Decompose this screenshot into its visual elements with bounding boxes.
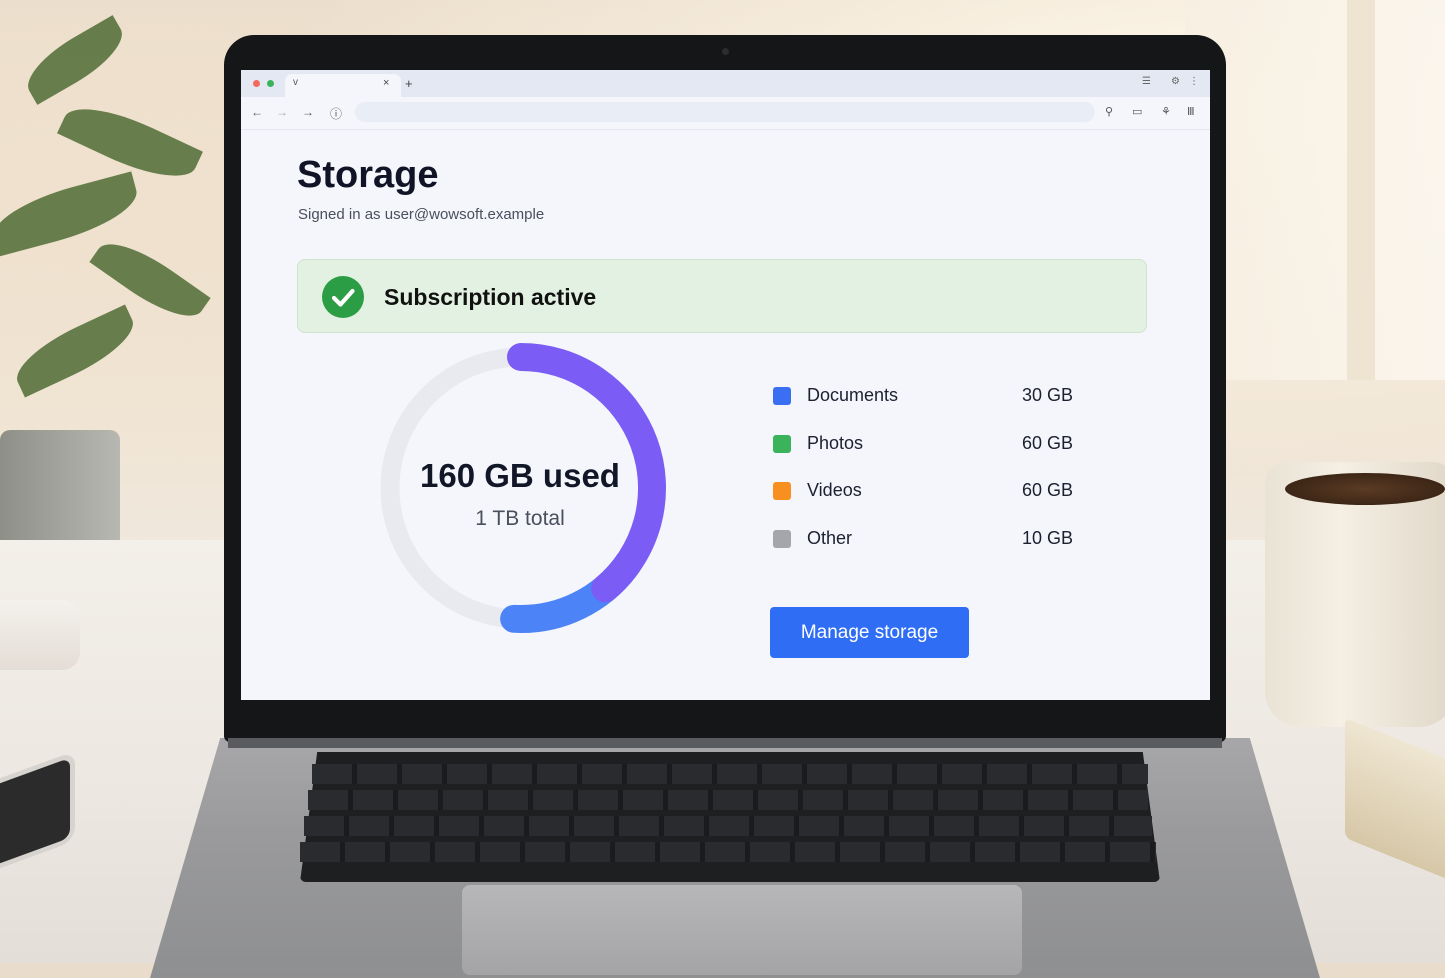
legend-item-videos: Videos 60 GB bbox=[771, 478, 1081, 506]
legend-value: 60 GB bbox=[1021, 480, 1073, 500]
tab-favicon-icon: v bbox=[293, 77, 298, 88]
laptop-hinge bbox=[228, 738, 1222, 748]
legend-label: Documents bbox=[807, 385, 899, 405]
back-icon[interactable]: ← bbox=[251, 105, 263, 119]
key-row bbox=[304, 816, 1152, 836]
address-bar[interactable] bbox=[355, 102, 1095, 122]
grid-icon[interactable]: ⋮ bbox=[1189, 76, 1199, 87]
key-row bbox=[312, 764, 1148, 784]
other-swatch bbox=[773, 530, 791, 548]
legend-label: Other bbox=[807, 528, 853, 548]
photos-swatch bbox=[773, 435, 791, 453]
legend-value: 30 GB bbox=[1021, 385, 1073, 405]
desk-tray bbox=[0, 600, 80, 670]
signed-in-text: Signed in as user@wowsoft.example bbox=[298, 206, 545, 223]
total-capacity: 1 TB total bbox=[475, 507, 565, 530]
key-row bbox=[308, 790, 1148, 810]
browser-tab[interactable]: v × bbox=[285, 74, 401, 97]
browser-tab-bar: v × + ☰ ⚙ ⋮ bbox=[241, 70, 1210, 97]
legend-item-photos: Photos 60 GB bbox=[771, 431, 1081, 459]
subscription-banner: Subscription active bbox=[297, 259, 1147, 333]
extension-icon[interactable]: ⚘ bbox=[1161, 105, 1171, 118]
used-amount: 160 GB used bbox=[420, 457, 620, 494]
forward-disabled-icon[interactable]: → bbox=[276, 105, 288, 119]
webcam bbox=[722, 48, 729, 55]
tab-close-icon[interactable]: × bbox=[383, 77, 389, 89]
legend-item-other: Other 10 GB bbox=[771, 526, 1081, 554]
legend-label: Videos bbox=[807, 480, 862, 500]
documents-swatch bbox=[773, 387, 791, 405]
legend-value: 10 GB bbox=[1021, 528, 1073, 548]
settings-icon[interactable]: ⚙ bbox=[1171, 76, 1180, 87]
trackpad bbox=[462, 885, 1022, 975]
window-icon[interactable]: ▭ bbox=[1132, 105, 1142, 118]
legend-value: 60 GB bbox=[1021, 433, 1073, 453]
pin-icon[interactable]: ⚲ bbox=[1105, 105, 1113, 118]
laptop-screen: v × + ☰ ⚙ ⋮ ← → → ⓘ ⚲ ▭ ⚘ Ⅲ Storage Sign… bbox=[241, 70, 1210, 700]
legend-item-documents: Documents 30 GB bbox=[771, 383, 1081, 411]
menu-icon[interactable]: ☰ bbox=[1142, 76, 1151, 87]
manage-storage-button[interactable]: Manage storage bbox=[770, 607, 969, 658]
new-tab-icon[interactable]: + bbox=[405, 76, 413, 91]
videos-swatch bbox=[773, 482, 791, 500]
key-row bbox=[300, 842, 1156, 862]
subscription-status: Subscription active bbox=[384, 284, 597, 310]
check-icon bbox=[322, 276, 364, 318]
info-icon[interactable]: ⓘ bbox=[330, 105, 342, 122]
page-title: Storage bbox=[297, 154, 439, 196]
maximize-dot-icon[interactable] bbox=[267, 80, 274, 87]
background-window-bar bbox=[1347, 0, 1375, 380]
close-dot-icon[interactable] bbox=[253, 80, 260, 87]
coffee bbox=[1285, 473, 1445, 505]
legend-label: Photos bbox=[807, 433, 864, 453]
forward-icon[interactable]: → bbox=[302, 105, 314, 119]
browser-toolbar: ← → → ⓘ ⚲ ▭ ⚘ Ⅲ bbox=[241, 97, 1210, 130]
sidebar-icon[interactable]: Ⅲ bbox=[1187, 105, 1195, 118]
